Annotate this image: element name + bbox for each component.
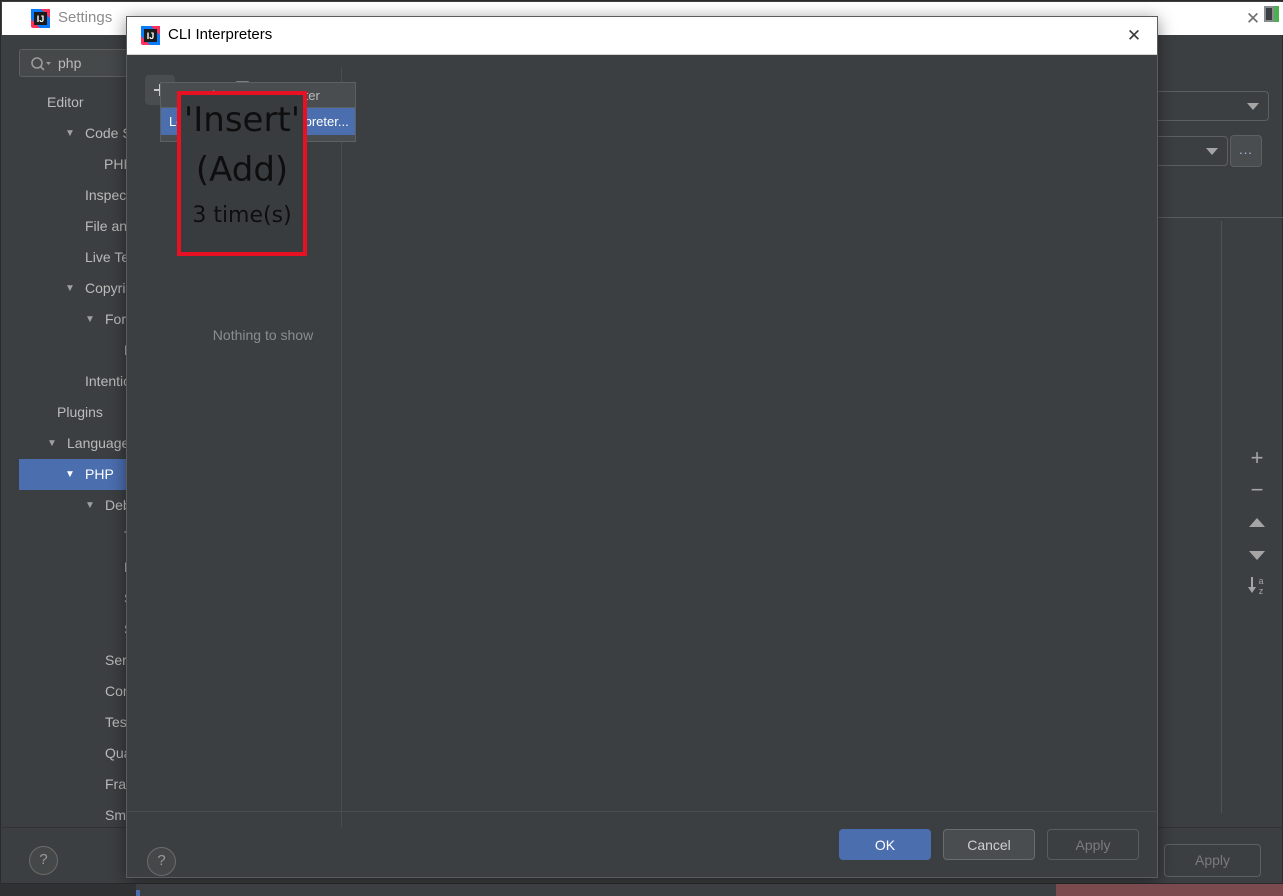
empty-state-label: Nothing to show <box>212 327 314 343</box>
triangle-down-icon <box>1249 551 1265 560</box>
status-bar-progress <box>136 890 140 896</box>
add-path-button[interactable]: + <box>1242 446 1272 472</box>
help-button[interactable]: ? <box>147 847 176 876</box>
chevron-down-icon <box>1206 148 1218 155</box>
cli-dialog-titlebar <box>127 17 1157 55</box>
keystroke-key: 'Insert' <box>183 100 301 140</box>
move-up-button[interactable] <box>1242 511 1272 537</box>
search-input-value: php <box>58 55 82 71</box>
detail-divider <box>1149 217 1283 218</box>
php-language-level-combo[interactable] <box>1152 136 1228 166</box>
svg-text:z: z <box>1259 586 1264 596</box>
svg-text:a: a <box>1258 576 1263 586</box>
cancel-button[interactable]: Cancel <box>943 829 1035 860</box>
close-icon[interactable]: ✕ <box>1122 27 1146 45</box>
browse-button[interactable]: ... <box>1230 135 1262 167</box>
intellij-logo-icon: IJ <box>31 9 50 28</box>
run-config-icon[interactable] <box>1264 4 1283 26</box>
intellij-logo-icon: IJ <box>141 26 160 45</box>
cli-dialog-title: CLI Interpreters <box>168 26 273 43</box>
chevron-down-icon[interactable]: ▼ <box>85 304 95 335</box>
chevron-down-icon[interactable]: ▼ <box>65 459 75 490</box>
chevron-down-icon[interactable]: ▼ <box>85 490 95 521</box>
triangle-up-icon <box>1249 518 1265 527</box>
keystroke-action: (Add) <box>195 150 289 190</box>
chevron-down-icon[interactable]: ▼ <box>47 428 57 459</box>
ok-button[interactable]: OK <box>839 829 931 860</box>
help-button[interactable]: ? <box>29 846 58 875</box>
divider <box>127 811 1157 812</box>
tree-item-label: Editor <box>47 94 84 110</box>
status-bar-warning-region <box>1056 884 1283 896</box>
apply-button[interactable]: Apply <box>1047 829 1139 860</box>
include-paths-toolbar: + − a z <box>1221 221 1283 813</box>
tree-item-label: Plugins <box>57 404 103 420</box>
chevron-down-icon <box>1247 103 1259 110</box>
close-icon[interactable]: ✕ <box>1241 10 1265 28</box>
svg-text:IJ: IJ <box>147 31 155 41</box>
tree-item-label: PHP <box>85 466 114 482</box>
apply-button[interactable]: Apply <box>1164 844 1261 877</box>
chevron-down-icon[interactable]: ▼ <box>65 118 75 149</box>
grey-frame-icon <box>1264 6 1274 22</box>
dialog-splitter[interactable] <box>341 67 342 827</box>
remove-path-button[interactable]: − <box>1242 478 1272 504</box>
move-down-button[interactable] <box>1242 543 1272 569</box>
keystroke-count: 3 time(s) <box>192 203 292 228</box>
keystroke-overlay: 'Insert' (Add) 3 time(s) <box>177 91 307 256</box>
svg-text:IJ: IJ <box>37 14 45 24</box>
chevron-down-icon[interactable]: ▼ <box>65 273 75 304</box>
status-bar-left-region <box>0 884 136 896</box>
interpreter-combo[interactable] <box>1152 91 1269 121</box>
search-icon <box>30 56 52 72</box>
sort-alphabetically-icon[interactable]: a z <box>1242 574 1272 600</box>
settings-window-title: Settings <box>58 9 113 26</box>
